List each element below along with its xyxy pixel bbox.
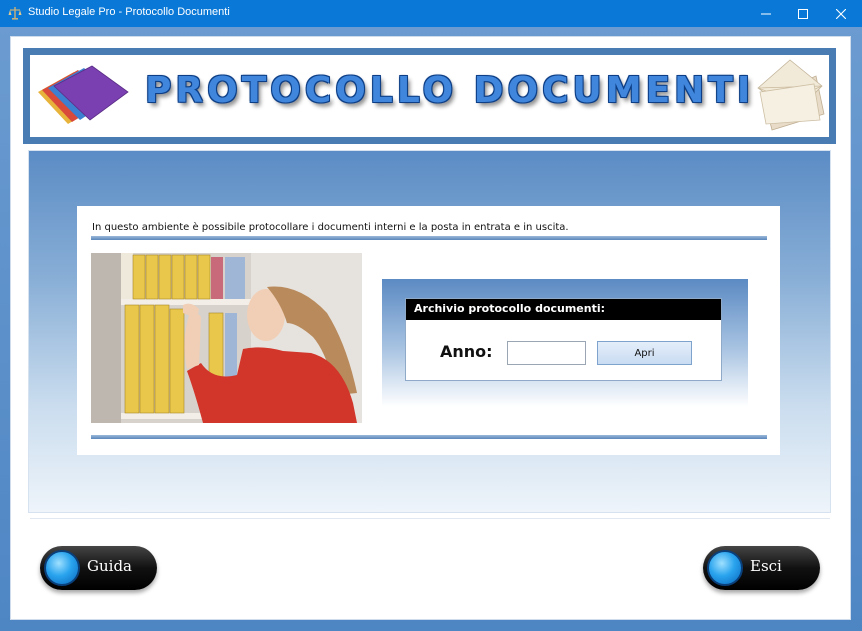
blue-orb-icon xyxy=(44,550,80,586)
maximize-icon xyxy=(798,8,808,19)
window-title: Studio Legale Pro - Protocollo Documenti xyxy=(28,6,230,18)
esci-label: Esci xyxy=(750,557,782,575)
close-icon xyxy=(836,8,846,19)
office-photo xyxy=(91,253,362,423)
apri-button[interactable]: Apri xyxy=(597,341,692,365)
esci-button[interactable]: Esci xyxy=(703,546,820,590)
envelope-icon xyxy=(757,59,825,131)
anno-input[interactable] xyxy=(507,341,586,365)
description-text: In questo ambiente è possibile protocoll… xyxy=(92,222,569,233)
banner-title: PROTOCOLLO DOCUMENTI xyxy=(145,70,755,111)
colored-papers-icon xyxy=(38,65,129,124)
guida-button[interactable]: Guida xyxy=(40,546,157,590)
anno-label: Anno: xyxy=(440,342,493,361)
blue-orb-icon xyxy=(707,550,743,586)
title-bar: Studio Legale Pro - Protocollo Documenti xyxy=(0,0,862,27)
scales-of-justice-icon xyxy=(8,7,22,20)
minimize-icon xyxy=(761,13,771,14)
close-button[interactable] xyxy=(818,0,862,27)
archive-panel-header: Archivio protocollo documenti: xyxy=(406,299,721,320)
divider xyxy=(91,435,767,439)
guida-label: Guida xyxy=(87,557,132,575)
divider xyxy=(91,236,767,240)
